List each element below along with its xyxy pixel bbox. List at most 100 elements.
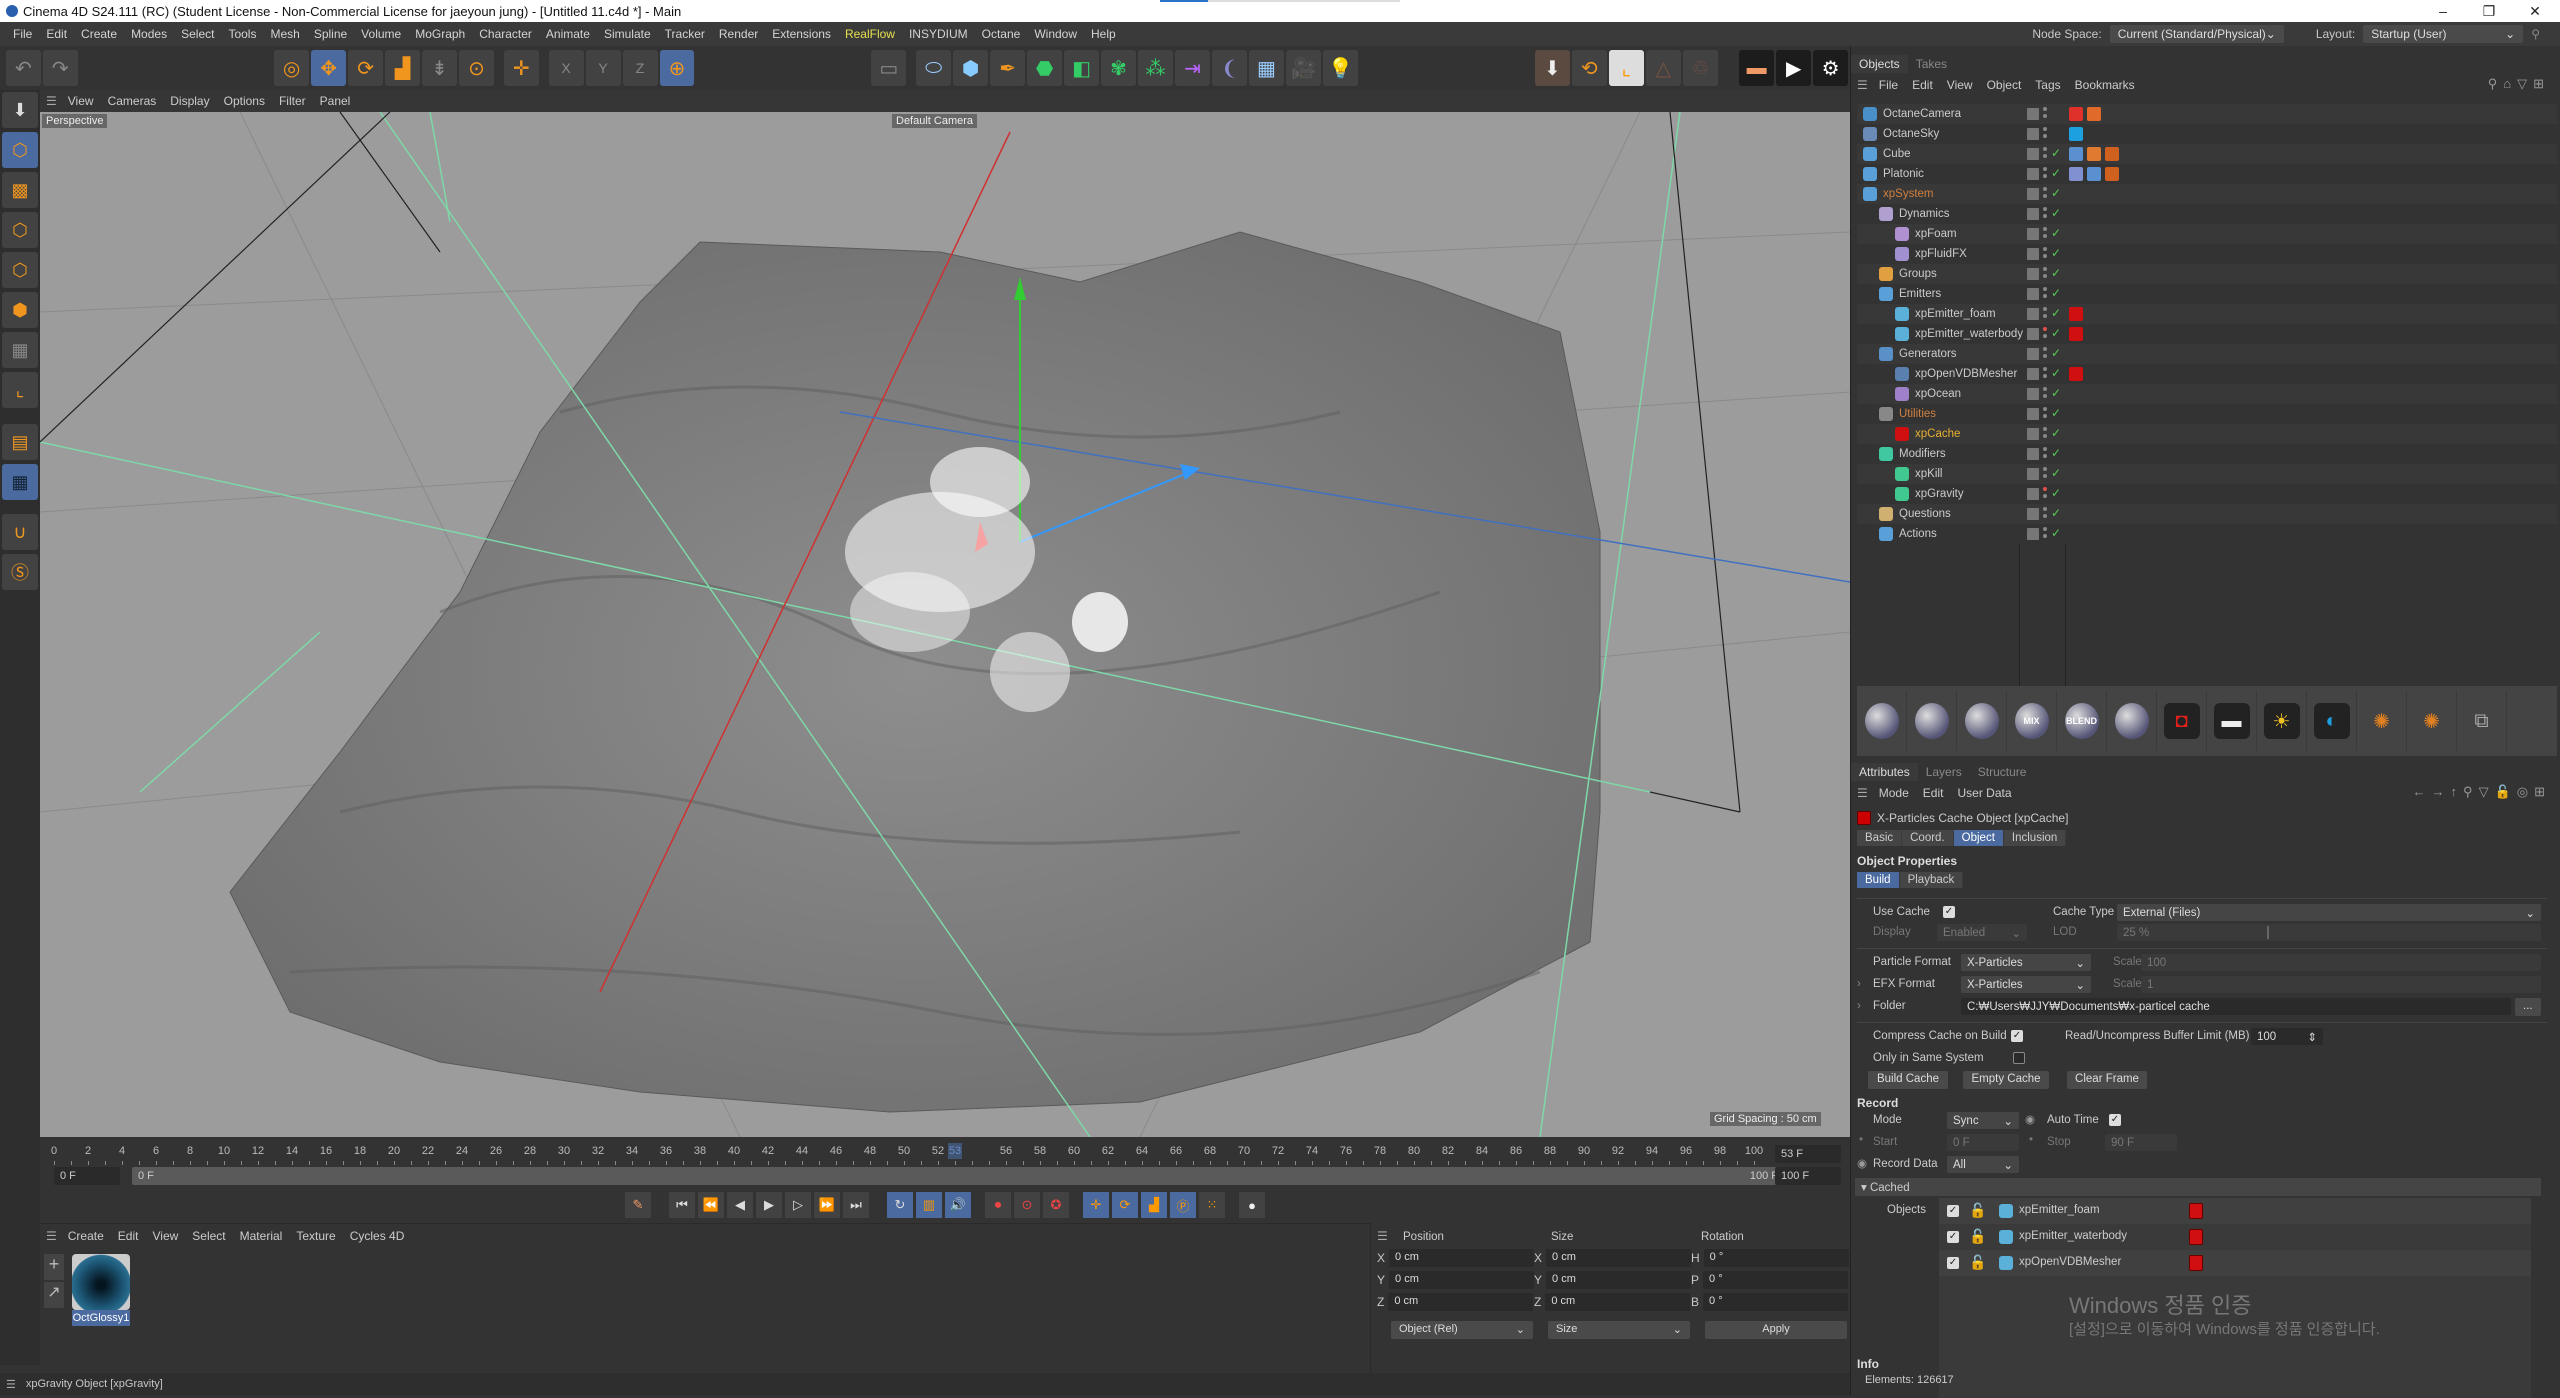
visibility-dots[interactable] [2043,327,2047,341]
film-icon[interactable]: ▥ [916,1192,942,1218]
object-row-xpopenvdbmesher[interactable]: xpOpenVDBMesher ✓ [1857,364,2557,384]
attributes-menu-mode[interactable]: Mode [1872,786,1916,800]
objects-menu-edit[interactable]: Edit [1905,78,1940,92]
object-row-xpkill[interactable]: xpKill ✓ [1857,464,2557,484]
visibility-dots[interactable] [2043,507,2047,521]
editor-visibility-toggle[interactable] [2027,168,2039,180]
redo-icon[interactable]: ↷ [42,50,78,86]
hamburger-icon[interactable]: ☰ [46,1229,57,1243]
octane-object-tag-icon[interactable] [2087,147,2101,161]
undo-icon[interactable]: ↶ [5,50,41,86]
editor-visibility-toggle[interactable] [2027,508,2039,520]
octane-environment-tag-icon[interactable] [2069,127,2083,141]
z-axis-lock-icon[interactable]: Z [622,50,658,86]
goto-end-icon[interactable]: ⏭ [843,1192,869,1218]
play-icon[interactable]: ▶ [756,1192,782,1218]
editor-visibility-toggle[interactable] [2027,408,2039,420]
editor-visibility-toggle[interactable] [2027,108,2039,120]
menu-edit[interactable]: Edit [39,27,74,41]
target-icon[interactable]: ◎ [2517,784,2534,799]
record-data-radio[interactable]: ◉ [1857,1156,1867,1170]
clear-frame-button[interactable]: Clear Frame [2067,1071,2147,1089]
enabled-check-icon[interactable]: ✓ [2051,266,2061,280]
keyframe-selection-icon[interactable]: ✪ [1043,1192,1069,1218]
snap-magnet-icon[interactable]: ∪ [2,514,38,550]
visibility-dots[interactable] [2043,227,2047,241]
menu-spline[interactable]: Spline [307,27,354,41]
unlock-icon[interactable]: 🔓 [1969,1228,1986,1245]
object-row-utilities[interactable]: Utilities ✓ [1857,404,2557,424]
visibility-dots[interactable] [2043,527,2047,541]
cache-tag-icon[interactable] [2069,307,2083,321]
enabled-check-icon[interactable]: ✓ [2051,306,2061,320]
menu-mograph[interactable]: MoGraph [408,27,472,41]
protection-tag-icon[interactable] [2087,107,2101,121]
enabled-check-icon[interactable]: ✓ [2051,326,2061,340]
octane-camera-tag-icon[interactable] [2069,107,2083,121]
enabled-check-icon[interactable]: ✓ [2051,346,2061,360]
record-icon[interactable]: ⏺ [985,1192,1011,1218]
scale-key-icon[interactable]: ▟ [1141,1192,1167,1218]
editor-visibility-toggle[interactable] [2027,488,2039,500]
enabled-check-icon[interactable]: ✓ [2051,466,2061,480]
drop-to-floor-icon[interactable]: ⬇ [1534,50,1570,86]
motion-clip-icon[interactable]: ● [1239,1192,1265,1218]
material-menu-material[interactable]: Material [233,1229,290,1243]
object-row-xpcache[interactable]: xpCache ✓ [1857,424,2557,444]
subtab-basic[interactable]: Basic [1857,830,1903,846]
octane-preset-11[interactable]: ✺ [2407,691,2457,751]
viewport-label[interactable]: Perspective [42,114,108,128]
efx-format-dropdown[interactable]: X-Particles ⌄ [1961,976,2091,993]
object-row-xpemitter-waterbody[interactable]: xpEmitter_waterbody ✓ [1857,324,2557,344]
pen-icon[interactable]: ✒ [990,50,1026,86]
transform-icon[interactable]: ⊙ [459,50,495,86]
axis-center-icon[interactable]: ⌞ [1608,50,1644,86]
tab-objects[interactable]: Objects [1851,55,1908,73]
object-row-cube[interactable]: Cube ✓ [1857,144,2557,164]
snap-icon[interactable]: ⟲ [1571,50,1607,86]
menu-volume[interactable]: Volume [354,27,408,41]
editor-visibility-toggle[interactable] [2027,348,2039,360]
apply-button[interactable]: Apply [1705,1321,1847,1339]
size-mode-dropdown[interactable]: Size ⌄ [1548,1321,1690,1339]
efx-expand-icon[interactable]: › [1857,978,1861,990]
render-view-icon[interactable]: ▬ [1739,50,1775,86]
position-x-field[interactable]: 0 cm [1389,1249,1535,1267]
enabled-check-icon[interactable]: ✓ [2051,166,2061,180]
enabled-check-icon[interactable]: ✓ [2051,506,2061,520]
new-panel-icon[interactable]: ⊞ [2534,784,2551,799]
editor-visibility-toggle[interactable] [2027,468,2039,480]
current-frame-marker[interactable] [948,1143,962,1159]
build-cache-button[interactable]: Build Cache [1868,1071,1948,1089]
unlock-icon[interactable]: 🔓 [1969,1254,1986,1271]
octane-preset-2[interactable] [1957,691,2007,751]
cache-type-dropdown[interactable]: External (Files) ⌄ [2117,904,2541,921]
menu-create[interactable]: Create [74,27,124,41]
cloner-icon[interactable]: ✾ [1101,50,1137,86]
visibility-dots[interactable] [2043,447,2047,461]
workplane-icon[interactable]: ▤ [2,424,38,460]
editor-visibility-toggle[interactable] [2027,128,2039,140]
visibility-dots[interactable] [2043,367,2047,381]
enabled-check-icon[interactable]: ✓ [2051,146,2061,160]
octane-preset-1[interactable] [1907,691,1957,751]
viewport-menu-view[interactable]: View [61,94,101,108]
live-selection-icon[interactable]: ⇟ [422,50,458,86]
visibility-dots[interactable] [2043,487,2047,501]
octane-preset-0[interactable] [1857,691,1907,751]
object-row-octanecamera[interactable]: OctaneCamera [1857,104,2557,124]
objects-menu-object[interactable]: Object [1980,78,2029,92]
edge-mode-icon[interactable]: ⬡ [2,252,38,288]
folder-path-field[interactable]: C:₩Users₩JJY₩Documents₩x-particel cache [1961,998,2511,1015]
visibility-dots[interactable] [2043,127,2047,141]
move-tool-icon[interactable]: ✥ [311,50,347,86]
object-row-actions[interactable]: Actions ✓ [1857,524,2557,544]
material-menu-view[interactable]: View [145,1229,185,1243]
editor-visibility-toggle[interactable] [2027,428,2039,440]
visibility-dots[interactable] [2043,347,2047,361]
apply-material-icon[interactable]: ↗ [44,1282,64,1308]
cache-tag-icon[interactable] [2069,367,2083,381]
hamburger-icon[interactable]: ☰ [46,94,57,108]
new-panel-icon[interactable]: ⊞ [2533,76,2550,91]
viewport-menu-filter[interactable]: Filter [272,94,313,108]
